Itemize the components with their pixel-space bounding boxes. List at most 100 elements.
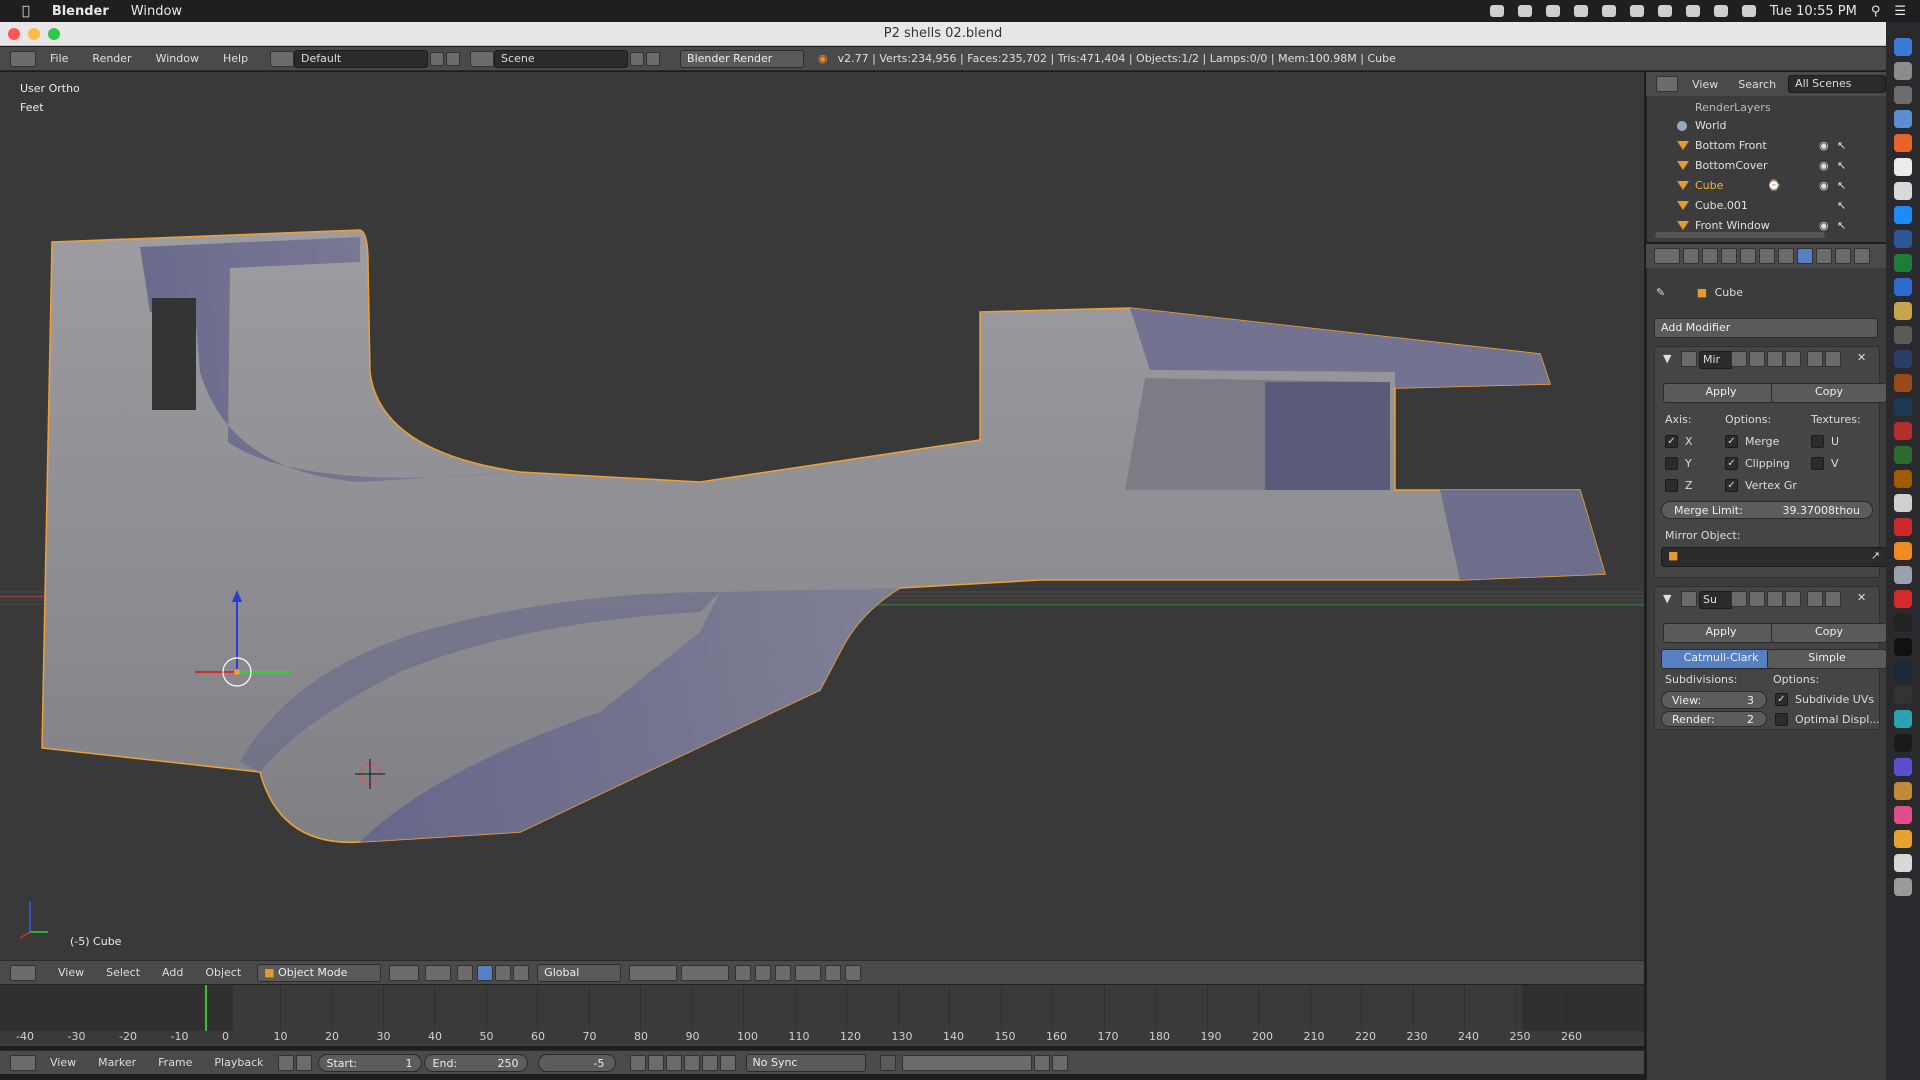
mirror-apply-button[interactable]: Apply bbox=[1663, 383, 1779, 403]
photoshop-icon[interactable] bbox=[1894, 350, 1912, 368]
translate-manipulator-icon[interactable] bbox=[477, 964, 494, 981]
subsurf-modifier-name-field[interactable]: Su bbox=[1699, 591, 1733, 609]
menu-help[interactable]: Help bbox=[223, 52, 248, 65]
jump-keyframe-back-icon[interactable] bbox=[647, 1054, 664, 1071]
texture-v-checkbox[interactable] bbox=[1811, 457, 1824, 470]
scene-field[interactable]: Scene bbox=[494, 49, 629, 68]
trash-icon[interactable] bbox=[1894, 878, 1912, 896]
app-icon-3[interactable] bbox=[1894, 566, 1912, 584]
messages-icon[interactable] bbox=[1894, 206, 1912, 224]
display-mode-dropdown[interactable]: All Scenes bbox=[1788, 75, 1886, 93]
snap-icon[interactable] bbox=[775, 964, 792, 981]
bluetooth-icon[interactable] bbox=[1657, 5, 1672, 17]
spotlight-icon[interactable]: ⚲ bbox=[1871, 4, 1881, 19]
timeline-menu-view[interactable]: View bbox=[50, 1056, 76, 1069]
constraints-tab-icon[interactable] bbox=[1778, 248, 1794, 264]
collapse-arrow-icon[interactable]: ▼ bbox=[1663, 592, 1671, 605]
jump-end-icon[interactable] bbox=[719, 1054, 736, 1071]
optimal-display-checkbox[interactable] bbox=[1775, 713, 1788, 726]
calendar-icon[interactable] bbox=[1894, 182, 1912, 200]
menu-view[interactable]: View bbox=[58, 966, 84, 979]
sync-mode-dropdown[interactable]: No Sync bbox=[745, 1053, 866, 1072]
lock-camera-icon[interactable] bbox=[735, 964, 752, 981]
word-icon[interactable] bbox=[1894, 230, 1912, 248]
screen-layout-field[interactable]: Default bbox=[294, 49, 429, 68]
acrobat-icon[interactable] bbox=[1894, 422, 1912, 440]
app-icon-9[interactable] bbox=[1894, 782, 1912, 800]
move-down-icon[interactable] bbox=[1825, 351, 1841, 367]
viewport-toggle-icon[interactable] bbox=[1749, 351, 1765, 367]
move-down-icon[interactable] bbox=[1825, 591, 1841, 607]
eyedropper-icon[interactable]: ↗ bbox=[1871, 548, 1880, 564]
creative-cloud-icon[interactable] bbox=[1489, 5, 1504, 17]
outliner-menu-view[interactable]: View bbox=[1692, 78, 1718, 91]
data-tab-icon[interactable] bbox=[1816, 248, 1832, 264]
move-up-icon[interactable] bbox=[1807, 591, 1823, 607]
jump-keyframe-forward-icon[interactable] bbox=[701, 1054, 718, 1071]
wifi-icon[interactable] bbox=[1685, 5, 1700, 17]
menu-file[interactable]: File bbox=[50, 52, 68, 65]
timeline-menu-marker[interactable]: Marker bbox=[98, 1056, 136, 1069]
pivot-point-icon[interactable] bbox=[425, 964, 452, 981]
render-engine-dropdown[interactable]: Blender Render bbox=[680, 49, 805, 68]
world-tab-icon[interactable] bbox=[1740, 248, 1756, 264]
outliner-item-world[interactable]: World bbox=[1647, 116, 1887, 136]
pin-icon[interactable]: ✎ bbox=[1656, 286, 1665, 299]
simple-toggle[interactable]: Simple bbox=[1767, 649, 1887, 669]
jump-start-icon[interactable] bbox=[629, 1054, 646, 1071]
render-tab-icon[interactable] bbox=[1683, 248, 1699, 264]
epic-games-icon[interactable] bbox=[1894, 614, 1912, 632]
view-levels-field[interactable]: View: 3 bbox=[1661, 691, 1767, 709]
selectable-arrow-icon[interactable]: ↖ bbox=[1837, 176, 1846, 196]
add-layout-icon[interactable] bbox=[430, 51, 445, 66]
photos-icon[interactable] bbox=[1894, 302, 1912, 320]
insert-keyframe-icon[interactable] bbox=[1033, 1054, 1050, 1071]
editor-type-timeline-icon[interactable] bbox=[10, 1054, 36, 1071]
texture-u-checkbox[interactable] bbox=[1811, 435, 1824, 448]
rotate-manipulator-icon[interactable] bbox=[495, 964, 512, 981]
itunes-icon[interactable] bbox=[1894, 806, 1912, 824]
documents-icon[interactable] bbox=[1894, 854, 1912, 872]
selectable-arrow-icon[interactable]: ↖ bbox=[1837, 136, 1846, 156]
subsurf-apply-button[interactable]: Apply bbox=[1663, 623, 1779, 643]
selectable-arrow-icon[interactable]: ↖ bbox=[1837, 216, 1846, 236]
remove-modifier-icon[interactable]: ✕ bbox=[1857, 351, 1866, 364]
app-store-icon[interactable] bbox=[1894, 278, 1912, 296]
texture-tab-icon[interactable] bbox=[1854, 248, 1870, 264]
google-drive-icon[interactable] bbox=[1573, 5, 1588, 17]
axis-z-checkbox[interactable] bbox=[1665, 479, 1678, 492]
render-levels-field[interactable]: Render: 2 bbox=[1661, 711, 1767, 727]
3d-viewport[interactable] bbox=[0, 72, 1644, 960]
move-up-icon[interactable] bbox=[1807, 351, 1823, 367]
finder-icon[interactable] bbox=[1894, 38, 1912, 56]
blender-dock-icon[interactable] bbox=[1894, 542, 1912, 560]
menu-render[interactable]: Render bbox=[92, 52, 131, 65]
record-icon[interactable] bbox=[879, 1054, 896, 1071]
outliner-item-bottom-front[interactable]: Bottom Front ◉ ↖ bbox=[1647, 136, 1887, 156]
app-icon-10[interactable] bbox=[1894, 830, 1912, 848]
minimize-window-button[interactable] bbox=[28, 28, 40, 40]
timeline-menu-playback[interactable]: Playback bbox=[214, 1056, 263, 1069]
illustrator-icon[interactable] bbox=[1894, 374, 1912, 392]
remove-modifier-icon[interactable]: ✕ bbox=[1857, 591, 1866, 604]
app-menu-blender[interactable]: Blender bbox=[52, 4, 109, 19]
render-toggle-icon[interactable] bbox=[1731, 351, 1747, 367]
numbers-icon[interactable] bbox=[1894, 254, 1912, 272]
merge-limit-field[interactable]: Merge Limit: 39.37008thou bbox=[1661, 501, 1873, 519]
launchpad-icon[interactable] bbox=[1894, 62, 1912, 80]
outliner-item-renderlayers[interactable]: RenderLayers bbox=[1647, 98, 1887, 118]
object-tab-icon[interactable] bbox=[1759, 248, 1775, 264]
scene-tab-icon[interactable] bbox=[1721, 248, 1737, 264]
mirror-object-field[interactable]: ■ ↗ bbox=[1661, 547, 1887, 567]
collapse-arrow-icon[interactable]: ▼ bbox=[1663, 352, 1671, 365]
app-icon-4[interactable] bbox=[1894, 590, 1912, 608]
app-icon-6[interactable] bbox=[1894, 710, 1912, 728]
selectable-arrow-icon[interactable]: ↖ bbox=[1837, 156, 1846, 176]
drive-icon[interactable] bbox=[1545, 5, 1560, 17]
current-frame-indicator[interactable] bbox=[205, 985, 207, 1031]
editmode-toggle-icon[interactable] bbox=[1767, 351, 1783, 367]
proportional-edit-icon[interactable] bbox=[755, 964, 772, 981]
eject-icon[interactable] bbox=[1629, 5, 1644, 17]
lightroom-icon[interactable] bbox=[1894, 398, 1912, 416]
opengl-render-icon[interactable] bbox=[825, 964, 842, 981]
